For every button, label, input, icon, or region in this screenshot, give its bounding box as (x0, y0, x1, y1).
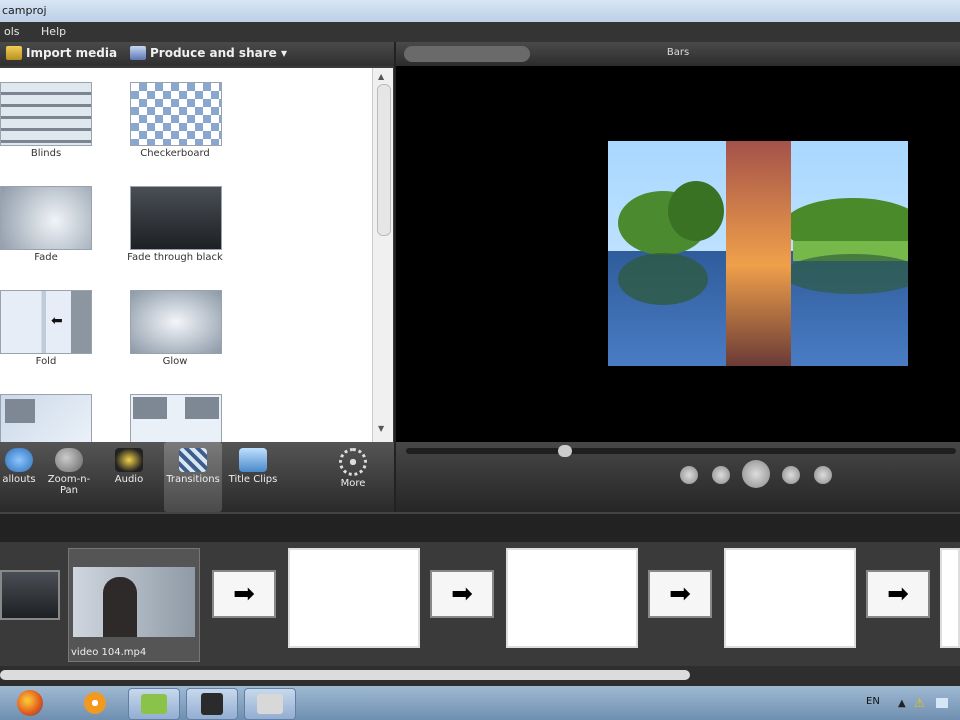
media-player-icon[interactable] (70, 688, 120, 718)
timeline-header (0, 512, 960, 544)
produce-share-label: Produce and share ▾ (150, 46, 287, 60)
hscroll-thumb[interactable] (0, 670, 690, 680)
transition-arrow-2[interactable]: ➡ (430, 570, 494, 618)
menu-bar: ols Help (0, 22, 960, 43)
diagonal-arrow-icon (5, 399, 35, 423)
transition-thumb-fade-through-black[interactable] (130, 186, 222, 250)
step-forward-icon[interactable] (782, 466, 800, 484)
scroll-thumb[interactable] (377, 84, 391, 236)
transition-thumb-fold[interactable]: ⬅ (0, 290, 92, 354)
transition-thumb-blinds[interactable] (0, 82, 92, 146)
rewind-icon[interactable] (680, 466, 698, 484)
film-share-icon (130, 46, 146, 60)
transition-label-fade-through-black: Fade through black (127, 252, 223, 263)
scroll-up-icon[interactable]: ▲ (378, 72, 384, 81)
tray-up-arrow-icon[interactable]: ▲ (898, 698, 906, 709)
transition-label-glow: Glow (162, 356, 188, 367)
callout-icon (5, 448, 33, 472)
tab-audio-label: Audio (114, 474, 144, 485)
left-toolbar: Import media Produce and share ▾ (0, 42, 394, 66)
tab-audio[interactable]: Audio (100, 442, 158, 512)
empty-clip-slot-2[interactable] (506, 548, 638, 648)
taskbar: EN ▲ ⚠ (0, 686, 960, 720)
window-titlebar: camproj (0, 0, 960, 22)
step-back-icon[interactable] (712, 466, 730, 484)
transition-arrow-3[interactable]: ➡ (648, 570, 712, 618)
taskbar-app-1[interactable] (128, 688, 180, 720)
speaker-icon (115, 448, 143, 472)
preview-header: Bars (396, 42, 960, 66)
preview-title: Bars (666, 47, 690, 58)
pause-icon[interactable] (742, 460, 770, 488)
preview-pane: Bars (396, 42, 960, 512)
video-clip-card[interactable]: video 104.mp4 (68, 548, 200, 662)
playback-controls (396, 442, 960, 512)
seek-handle[interactable] (558, 445, 572, 457)
tab-zoom-label: Zoom-n-Pan (47, 474, 91, 496)
preview-tab-pill[interactable] (404, 46, 530, 62)
import-media-button[interactable]: Import media (6, 46, 117, 60)
folder-icon (6, 46, 22, 60)
storyboard: video 104.mp4 ➡ ➡ ➡ ➡ (0, 542, 960, 666)
produce-share-button[interactable]: Produce and share ▾ (130, 46, 287, 60)
task-tabs-bar: allouts Zoom-n-Pan Audio Transitions Tit… (0, 442, 394, 512)
warning-icon[interactable]: ⚠ (914, 696, 925, 710)
transition-label-blinds: Blinds (30, 148, 62, 159)
empty-clip-slot-3[interactable] (724, 548, 856, 648)
title-clip-icon (239, 448, 267, 472)
video-clip-name: video 104.mp4 (71, 647, 147, 658)
menu-item-tools[interactable]: ols (4, 25, 20, 38)
transition-arrow-1[interactable]: ➡ (212, 570, 276, 618)
video-clip-thumbnail (73, 567, 195, 637)
transition-thumb-partial-2[interactable] (130, 394, 222, 442)
more-icon (339, 448, 367, 476)
import-media-label: Import media (26, 46, 118, 60)
transitions-icon (179, 448, 207, 472)
arrow-right-icon: ➡ (233, 579, 255, 609)
tab-transitions-label: Transitions (166, 474, 220, 485)
empty-clip-slot-1[interactable] (288, 548, 420, 648)
arrow-right-icon: ➡ (451, 579, 473, 609)
transitions-grid: Blinds Checkerboard Fade Fade through bl… (0, 68, 372, 442)
firefox-icon[interactable] (10, 688, 50, 718)
transition-label-fade: Fade (34, 252, 58, 263)
fast-forward-icon[interactable] (814, 466, 832, 484)
tab-transitions[interactable]: Transitions (164, 442, 222, 512)
tab-more[interactable]: More (324, 442, 382, 512)
transition-thumb-partial-1[interactable] (0, 394, 92, 442)
transition-thumb-checkerboard[interactable] (130, 82, 222, 146)
arrow-left-icon: ⬅ (51, 313, 63, 329)
magnifier-icon (55, 448, 83, 472)
tab-title-clips[interactable]: Title Clips (224, 442, 282, 512)
arrow-right-icon: ➡ (887, 579, 909, 609)
language-indicator[interactable]: EN (866, 696, 880, 707)
left-panel: Import media Produce and share ▾ Blinds … (0, 42, 396, 512)
empty-clip-slot-4[interactable] (940, 548, 960, 648)
scroll-down-icon[interactable]: ▼ (378, 424, 384, 433)
tab-zoom-n-pan[interactable]: Zoom-n-Pan (40, 442, 98, 512)
transition-thumb-glow[interactable] (130, 290, 222, 354)
tab-more-label: More (340, 478, 366, 489)
transition-thumb-fade[interactable] (0, 186, 92, 250)
corner-arrow-icon-1 (133, 397, 167, 419)
network-icon[interactable] (936, 698, 948, 708)
preview-image (608, 141, 908, 366)
seek-track[interactable] (406, 448, 956, 454)
tab-title-clips-label: Title Clips (228, 474, 278, 485)
transition-label-fold: Fold (35, 356, 57, 367)
window-title: camproj (2, 4, 47, 17)
transition-label-checkerboard: Checkerboard (140, 148, 210, 159)
storyboard-transition-thumb[interactable] (0, 570, 60, 620)
transitions-scrollbar[interactable]: ▲ ▼ (372, 68, 393, 442)
menu-item-help[interactable]: Help (41, 25, 66, 38)
taskbar-app-3[interactable] (244, 688, 296, 720)
lake-transition-frame (608, 141, 908, 366)
transition-arrow-4[interactable]: ➡ (866, 570, 930, 618)
arrow-right-icon: ➡ (669, 579, 691, 609)
storyboard-hscroll[interactable] (0, 666, 960, 686)
corner-arrow-icon-2 (185, 397, 219, 419)
camera-app-icon[interactable] (186, 688, 238, 720)
person-silhouette (103, 577, 137, 637)
